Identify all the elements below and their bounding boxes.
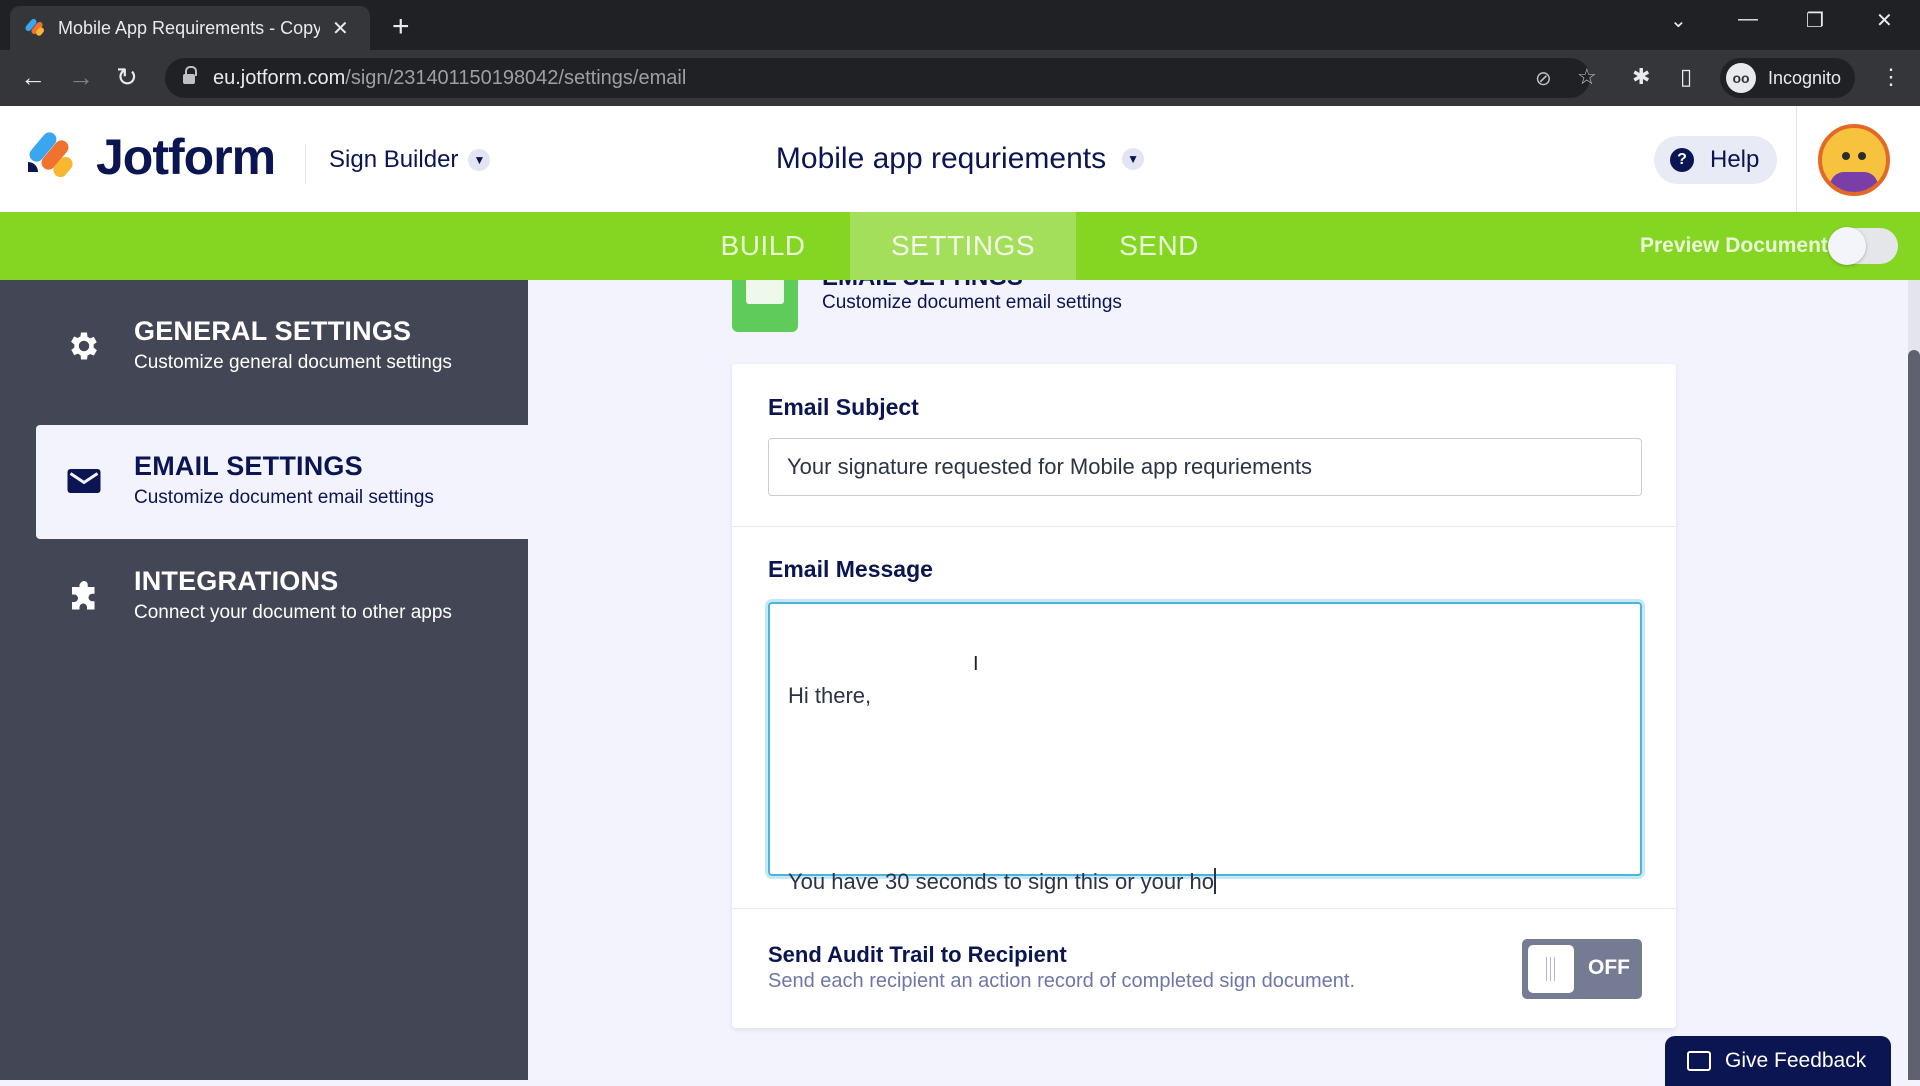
incognito-profile-button[interactable]: oo Incognito — [1720, 58, 1856, 98]
url-host: eu.jotform.com — [213, 66, 346, 89]
window-close-button[interactable]: ✕ — [1876, 8, 1893, 33]
header-divider — [1796, 106, 1797, 212]
browser-toolbar: ← → ↻ eu.jotform.com/sign/23140115019804… — [0, 50, 1920, 106]
jotform-favicon-icon — [24, 17, 46, 38]
section-subtitle: Customize document email settings — [822, 292, 1122, 313]
new-tab-button[interactable]: + — [392, 10, 410, 44]
eye-off-icon[interactable]: ⊘ — [1535, 66, 1552, 91]
avatar-eye — [1842, 152, 1850, 160]
page-scrollbar-thumb[interactable] — [1908, 350, 1920, 1080]
envelope-icon — [746, 280, 784, 304]
settings-sidebar: GENERAL SETTINGS Customize general docum… — [0, 280, 528, 1080]
email-message-label: Email Message — [768, 556, 933, 582]
app-header: Jotform Sign Builder ▼ Mobile app requri… — [0, 106, 1920, 212]
tab-title: Mobile App Requirements - Copy — [58, 17, 320, 38]
mouse-ibeam-cursor: I — [973, 653, 979, 675]
side-panel-icon[interactable]: ▯ — [1680, 62, 1692, 92]
message-line-typing: You have 30 seconds to sign this or your… — [788, 866, 1622, 897]
toggle-knob — [1828, 227, 1866, 265]
address-bar[interactable]: eu.jotform.com/sign/231401150198042/sett… — [165, 58, 1597, 98]
section-title: EMAIL SETTINGS — [822, 280, 1023, 292]
sidebar-item-general-settings[interactable]: GENERAL SETTINGS Customize general docum… — [36, 290, 528, 404]
document-title-dropdown[interactable]: Mobile app requriements ▼ — [775, 142, 1145, 176]
tab-close-icon[interactable]: ✕ — [332, 16, 349, 41]
sidebar-item-integrations[interactable]: INTEGRATIONS Connect your document to ot… — [36, 540, 528, 654]
text-caret — [1214, 868, 1217, 894]
tab-search-icon[interactable]: ⌄ — [1670, 8, 1687, 33]
card-divider — [732, 908, 1676, 909]
email-subject-label: Email Subject — [768, 394, 919, 420]
document-title: Mobile app requriements — [775, 142, 1107, 175]
feedback-icon — [1687, 1051, 1711, 1071]
incognito-label: Incognito — [1768, 67, 1842, 88]
sidebar-item-subtitle: Connect your document to other apps — [134, 602, 452, 623]
browser-tab-strip: Mobile App Requirements - Copy ✕ + ⌄ — ❐… — [0, 0, 1920, 50]
gear-icon — [71, 332, 97, 360]
avatar-body — [1830, 172, 1878, 192]
sidebar-item-title: INTEGRATIONS — [134, 566, 339, 596]
email-message-textarea[interactable]: Hi there, You have 30 seconds to sign th… — [768, 602, 1642, 894]
tab-settings[interactable]: SETTINGS — [850, 212, 1076, 280]
document-title-wrapper: Mobile app requriements ▼ — [0, 142, 1920, 176]
card-divider — [732, 526, 1676, 527]
audit-trail-title: Send Audit Trail to Recipient — [768, 942, 1067, 967]
email-section-icon — [732, 280, 798, 332]
main-content: EMAIL SETTINGS Customize document email … — [528, 280, 1908, 1080]
help-label: Help — [1710, 146, 1760, 173]
sidebar-item-subtitle: Customize general document settings — [134, 352, 452, 373]
preview-document-label: Preview Document — [1640, 234, 1828, 257]
incognito-icon: oo — [1726, 63, 1756, 93]
email-subject-input[interactable] — [768, 438, 1642, 496]
restore-button[interactable]: ❐ — [1806, 8, 1824, 33]
chevron-down-icon: ▼ — [1122, 148, 1145, 170]
question-icon: ? — [1670, 148, 1694, 172]
url-path: /sign/231401150198042/settings/email — [345, 66, 687, 89]
builder-nav: BUILD SETTINGS SEND Preview Document — [0, 212, 1920, 280]
give-feedback-label: Give Feedback — [1725, 1049, 1867, 1072]
puzzle-icon — [72, 581, 95, 610]
message-line: You have 30 seconds to sign this or your… — [788, 869, 1215, 894]
avatar-eye — [1858, 152, 1866, 160]
back-icon[interactable]: ← — [20, 62, 46, 92]
browser-menu-icon[interactable]: ⋮ — [1880, 62, 1902, 92]
forward-icon[interactable]: → — [68, 62, 94, 92]
extensions-puzzle-icon[interactable]: ✱ — [1632, 62, 1650, 92]
give-feedback-button[interactable]: Give Feedback — [1665, 1036, 1891, 1086]
bookmark-star-icon[interactable]: ☆ — [1577, 64, 1597, 90]
sidebar-item-title: GENERAL SETTINGS — [134, 316, 412, 346]
tab-build[interactable]: BUILD — [682, 212, 844, 280]
audit-trail-toggle[interactable]: OFF — [1522, 939, 1642, 999]
reload-icon[interactable]: ↻ — [116, 62, 138, 92]
tab-send[interactable]: SEND — [1076, 212, 1242, 280]
help-button[interactable]: ? Help — [1654, 136, 1778, 184]
sidebar-item-email-settings[interactable]: EMAIL SETTINGS Customize document email … — [36, 425, 528, 539]
envelope-icon — [67, 469, 101, 493]
preview-document-toggle[interactable] — [1828, 227, 1898, 265]
minimize-button[interactable]: — — [1738, 8, 1758, 31]
browser-tab[interactable]: Mobile App Requirements - Copy ✕ — [10, 6, 370, 50]
message-line: Hi there, — [788, 683, 872, 708]
toggle-knob — [1528, 945, 1574, 993]
audit-trail-description: Send each recipient an action record of … — [768, 970, 1356, 992]
sidebar-item-title: EMAIL SETTINGS — [134, 451, 363, 481]
lock-icon — [183, 66, 197, 85]
sidebar-item-subtitle: Customize document email settings — [134, 487, 434, 508]
user-avatar[interactable] — [1818, 124, 1890, 196]
email-settings-card: Email Subject Email Message Hi there, Yo… — [732, 364, 1676, 1028]
toggle-state-label: OFF — [1588, 956, 1630, 979]
